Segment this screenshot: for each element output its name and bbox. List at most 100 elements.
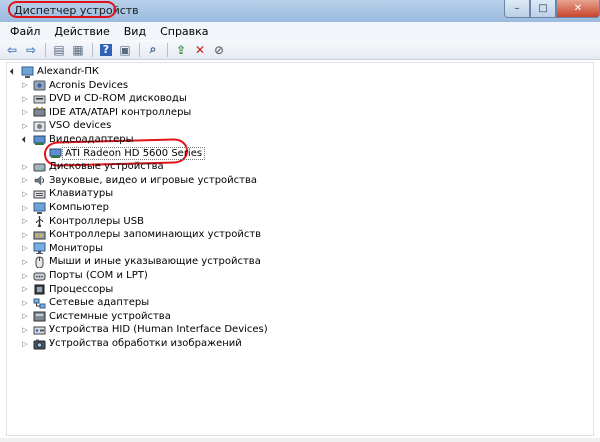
expand-arrow-icon[interactable]: ▷ (21, 325, 29, 334)
tree-category[interactable]: ▷ Контроллеры запоминающих устройств (21, 228, 261, 241)
computer-icon (33, 202, 46, 214)
collapse-arrow-icon[interactable]: ◢ (19, 133, 31, 145)
expand-arrow-icon[interactable]: ▷ (21, 298, 29, 307)
tree-item-label: Видеоадаптеры (49, 134, 134, 145)
tree-category[interactable]: ▷ Компьютер (21, 201, 109, 214)
toolbar-separator (45, 42, 46, 57)
forward-button[interactable]: ⇨ (23, 42, 39, 58)
expand-arrow-icon[interactable]: ▷ (21, 271, 29, 280)
window-controls: – □ ✕ (504, 0, 600, 19)
tree-category[interactable]: ▷ DVD и CD-ROM дисководы (21, 92, 187, 105)
disable-icon: ⊘ (213, 42, 225, 57)
tree-item-label: Системные устройства (49, 310, 171, 322)
expand-arrow-icon[interactable]: ▷ (21, 94, 29, 103)
menu-view[interactable]: Вид (118, 25, 152, 38)
back-button[interactable]: ⇦ (4, 42, 20, 58)
expand-arrow-icon[interactable]: ▷ (21, 108, 29, 117)
view-icon: ▣ (119, 42, 131, 57)
tree-category[interactable]: ▷ IDE ATA/ATAPI контроллеры (21, 106, 191, 119)
vso-icon (33, 120, 46, 132)
tree-item-label: Acronis Devices (49, 79, 129, 91)
expand-arrow-icon[interactable]: ▷ (21, 257, 29, 266)
tree-category[interactable]: ▷ Звуковые, видео и игровые устройства (21, 174, 257, 187)
menu-file[interactable]: Файл (4, 25, 46, 38)
tree-category[interactable]: ▷ Acronis Devices (21, 79, 128, 92)
storage-icon (33, 229, 46, 241)
show-hide-console-tree-button[interactable]: ▤ (51, 42, 67, 58)
expand-arrow-icon[interactable]: ▷ (21, 217, 29, 226)
network-icon (33, 297, 46, 309)
tree-category[interactable]: ▷ Системные устройства (21, 310, 171, 323)
tree-item-label: Мониторы (49, 242, 103, 254)
monitor-icon (33, 242, 46, 255)
keyboard-icon (33, 188, 46, 200)
expand-arrow-icon[interactable]: ▷ (21, 285, 29, 294)
update-driver-button[interactable]: ⇪ (173, 42, 189, 58)
acronis-icon (33, 79, 46, 91)
tree-category[interactable]: ▷ Клавиатуры (21, 187, 113, 200)
back-icon: ⇦ (6, 42, 18, 57)
processor-icon (33, 283, 46, 295)
port-icon (33, 270, 46, 282)
maximize-button[interactable]: □ (530, 0, 556, 18)
tree-category[interactable]: ▷ Мониторы (21, 242, 103, 255)
title-bar[interactable]: Диспетчер устройств – □ ✕ (0, 0, 600, 23)
window-bottom-edge (0, 438, 600, 442)
tree-category[interactable]: ▷ Мыши и иные указывающие устройства (21, 255, 261, 268)
tree-item-label: Компьютер (49, 202, 109, 213)
close-button[interactable]: ✕ (556, 0, 600, 18)
display-adapter-icon (33, 134, 46, 146)
scan-hardware-icon: ⌕ (149, 42, 157, 56)
tree-item-label: Звуковые, видео и игровые устройства (49, 174, 258, 186)
tree-device[interactable]: ATI Radeon HD 5600 Series (37, 146, 206, 160)
expand-arrow-icon[interactable]: ▷ (21, 121, 29, 130)
expand-arrow-icon[interactable]: ▷ (21, 339, 29, 348)
tree-category[interactable]: ▷ Порты (COM и LPT) (21, 269, 148, 282)
properties-button[interactable]: ▦ (70, 42, 86, 58)
tree-item-label: Мыши и иные указывающие устройства (49, 256, 261, 268)
expand-arrow-icon[interactable]: ▷ (21, 312, 29, 321)
expand-arrow-icon[interactable]: ▷ (21, 162, 29, 171)
tree-item-label: Контроллеры запоминающих устройств (49, 229, 262, 241)
display-adapter-icon (49, 147, 62, 159)
expand-arrow-icon[interactable]: ▷ (21, 81, 29, 90)
hid-icon (33, 324, 46, 336)
tree-category[interactable]: ▷ Контроллеры USB (21, 215, 144, 228)
device-tree[interactable]: ◢ Alexandr-ПК ▷ Acronis Devices ▷ DVD и CD-RO… (6, 62, 594, 436)
scan-hardware-button[interactable]: ⌕ (145, 42, 161, 58)
tree-category[interactable]: ▷ Дисковые устройства (21, 160, 163, 173)
tree-category[interactable]: ▷ Процессоры (21, 283, 113, 296)
tree-category[interactable]: ▷ VSO devices (21, 119, 111, 132)
tree-item-label: Устройства обработки изображений (49, 338, 242, 349)
tree-item-label: Порты (COM и LPT) (49, 270, 148, 281)
tree-category[interactable]: ◢ Видеоадаптеры (19, 133, 134, 146)
tree-item-label: VSO devices (49, 120, 112, 132)
view-button[interactable]: ▣ (117, 42, 133, 58)
expand-arrow-icon[interactable]: ▷ (21, 230, 29, 239)
expand-arrow-icon[interactable]: ▷ (21, 203, 29, 212)
expand-arrow-icon[interactable]: ▷ (21, 189, 29, 198)
properties-icon: ▦ (72, 42, 84, 57)
uninstall-icon: ✕ (194, 42, 206, 57)
expand-arrow-icon[interactable]: ▷ (21, 176, 29, 185)
uninstall-button[interactable]: ✕ (192, 42, 208, 58)
minimize-button[interactable]: – (504, 0, 530, 18)
tree-item-label: Устройства HID (Human Interface Devices) (49, 324, 268, 336)
toolbar-separator (92, 42, 93, 57)
disable-button[interactable]: ⊘ (211, 42, 227, 58)
menu-help[interactable]: Справка (154, 25, 214, 38)
tree-root-computer[interactable]: ◢ Alexandr-ПК (9, 65, 99, 78)
collapse-arrow-icon[interactable]: ◢ (7, 65, 19, 77)
root-icon (21, 66, 34, 78)
tree-item-label: DVD и CD-ROM дисководы (49, 93, 187, 105)
tree-category[interactable]: ▷ Устройства HID (Human Interface Devices… (21, 323, 268, 336)
menu-action[interactable]: Действие (48, 25, 115, 38)
imaging-icon (33, 338, 46, 350)
expand-arrow-icon[interactable]: ▷ (21, 244, 29, 253)
title-highlight-circle (8, 1, 116, 18)
tree-item-label: IDE ATA/ATAPI контроллеры (49, 106, 192, 118)
help-button[interactable]: ? (98, 42, 114, 58)
tree-category[interactable]: ▷ Устройства обработки изображений (21, 337, 242, 350)
tree-category[interactable]: ▷ Сетевые адаптеры (21, 296, 149, 309)
